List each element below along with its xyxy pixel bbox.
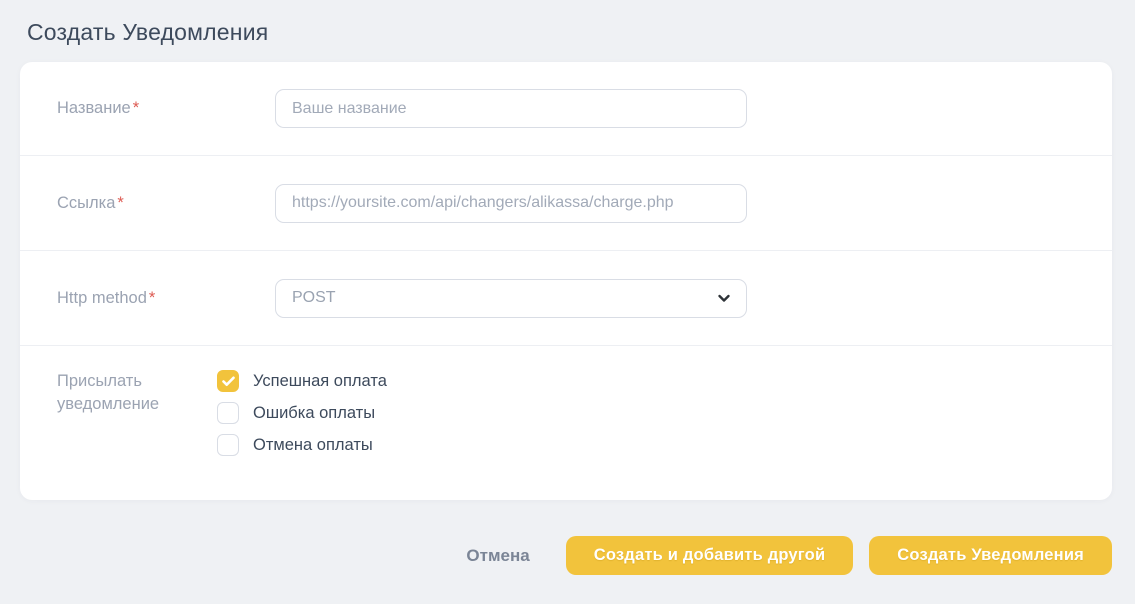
- chevron-down-icon: [716, 290, 732, 306]
- name-label: Название*: [57, 97, 275, 120]
- page-title: Создать Уведомления: [27, 19, 268, 46]
- form-row-notifications: Присылать уведомление Успешная оплата: [20, 346, 1112, 499]
- form-row-name: Название*: [20, 62, 1112, 156]
- url-label: Ссылка*: [57, 192, 275, 215]
- checkbox-error-payment[interactable]: Ошибка оплаты: [217, 402, 387, 424]
- checkbox-cancel-payment[interactable]: Отмена оплаты: [217, 434, 387, 456]
- form-row-url: Ссылка*: [20, 156, 1112, 251]
- create-and-add-another-button[interactable]: Создать и добавить другой: [566, 536, 854, 575]
- name-input[interactable]: [275, 89, 747, 128]
- required-asterisk: *: [117, 194, 123, 212]
- create-notification-button[interactable]: Создать Уведомления: [869, 536, 1112, 575]
- url-input[interactable]: [275, 184, 747, 223]
- form-footer: Отмена Создать и добавить другой Создать…: [20, 536, 1112, 575]
- checkbox-success-payment[interactable]: Успешная оплата: [217, 370, 387, 392]
- checkbox-label: Успешная оплата: [253, 372, 387, 391]
- notification-form-card: Название* Ссылка* Http method* POST: [20, 62, 1112, 500]
- checkbox-unchecked-icon: [217, 434, 239, 456]
- notification-checkbox-group: Успешная оплата Ошибка оплаты: [217, 370, 387, 456]
- notifications-label: Присылать уведомление: [57, 370, 217, 416]
- http-method-label: Http method*: [57, 287, 275, 310]
- required-asterisk: *: [149, 289, 155, 307]
- checkbox-label: Ошибка оплаты: [253, 404, 375, 423]
- http-method-selected-value: POST: [292, 289, 336, 307]
- checkbox-label: Отмена оплаты: [253, 436, 373, 455]
- cancel-button[interactable]: Отмена: [458, 546, 537, 566]
- create-notification-page: Создать Уведомления Название* Ссылка* Ht…: [0, 0, 1135, 604]
- http-method-select[interactable]: POST: [275, 279, 747, 318]
- form-row-http-method: Http method* POST: [20, 251, 1112, 346]
- required-asterisk: *: [133, 99, 139, 117]
- checkbox-unchecked-icon: [217, 402, 239, 424]
- checkbox-checked-icon: [217, 370, 239, 392]
